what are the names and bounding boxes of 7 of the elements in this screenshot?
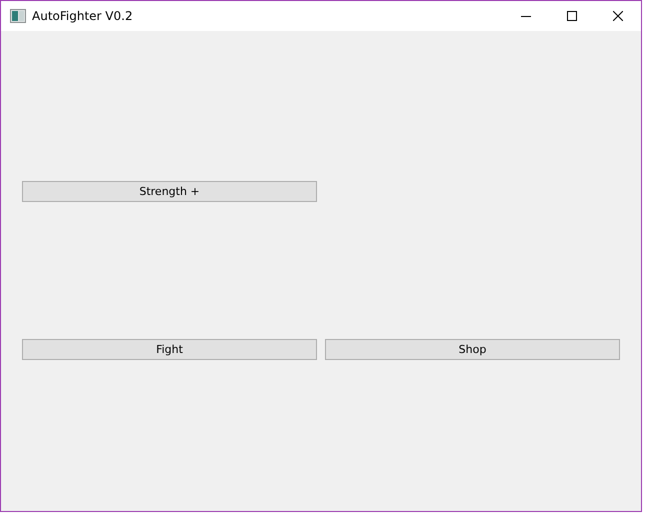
action-button[interactable]: Strength + [22, 181, 317, 202]
close-icon[interactable] [613, 11, 623, 21]
action-button[interactable]: Shop [325, 339, 620, 360]
app-icon [10, 9, 26, 23]
action-button[interactable]: Fight [22, 339, 317, 360]
maximize-icon[interactable] [567, 11, 577, 21]
window-title: AutoFighter V0.2 [32, 9, 134, 23]
